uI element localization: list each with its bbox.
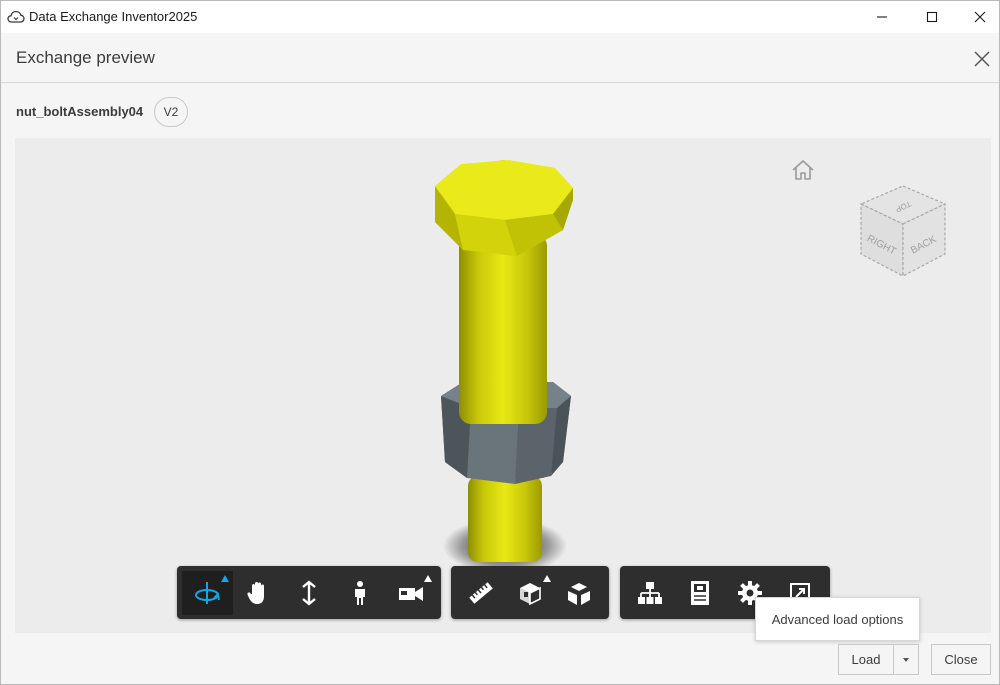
orbit-icon [195,581,221,604]
asset-name: nut_boltAssembly04 [16,104,144,119]
camera-button[interactable] [385,571,436,615]
model-browser-button[interactable] [625,571,675,615]
app-window: Data Exchange Inventor2025 Exchange prev… [0,0,1000,685]
measure-button[interactable] [456,571,505,615]
cloud-exchange-icon [7,10,25,23]
dialog-title: Exchange preview [16,48,155,67]
pan-icon [247,581,265,604]
properties-icon [691,580,709,605]
bolt-head[interactable] [435,160,573,256]
home-icon[interactable] [790,158,816,182]
load-options-dropdown-button[interactable] [893,644,919,675]
load-button[interactable]: Load [838,644,894,675]
model-viewer[interactable]: TOP RIGHT BACK [15,138,991,633]
window-close-button[interactable] [957,1,1000,33]
minimize-icon [877,16,887,18]
bolt-assembly-model[interactable] [15,138,991,633]
orbit-button[interactable] [182,570,233,615]
properties-button[interactable] [675,571,725,615]
version-badge[interactable]: V2 [154,97,188,127]
measure-icon [468,581,493,604]
advanced-load-options-tooltip: Advanced load options [755,597,920,641]
window-title: Data Exchange Inventor2025 [29,9,198,24]
dolly-icon [302,579,316,606]
explode-model-button[interactable] [555,571,604,615]
pan-button[interactable] [233,571,284,615]
tools-toolbar [451,566,609,619]
navigation-toolbar [177,566,441,619]
close-button[interactable]: Close [931,644,991,675]
chevron-down-icon [903,657,909,662]
first-person-icon [354,580,365,605]
first-person-button[interactable] [334,571,385,615]
dialog-close-icon[interactable] [971,48,993,70]
title-bar: Data Exchange Inventor2025 [1,1,999,33]
dolly-button[interactable] [284,571,335,615]
maximize-icon [926,11,938,23]
section-analysis-icon [519,582,541,605]
view-cube[interactable]: TOP RIGHT BACK [857,182,949,282]
dialog-header: Exchange preview [1,33,999,83]
explode-model-icon [568,582,591,605]
close-icon [974,11,986,23]
maximize-button[interactable] [909,1,955,33]
model-browser-icon [638,581,662,604]
section-analysis-button[interactable] [505,571,554,615]
minimize-button[interactable] [859,1,905,33]
camera-icon [398,586,423,601]
